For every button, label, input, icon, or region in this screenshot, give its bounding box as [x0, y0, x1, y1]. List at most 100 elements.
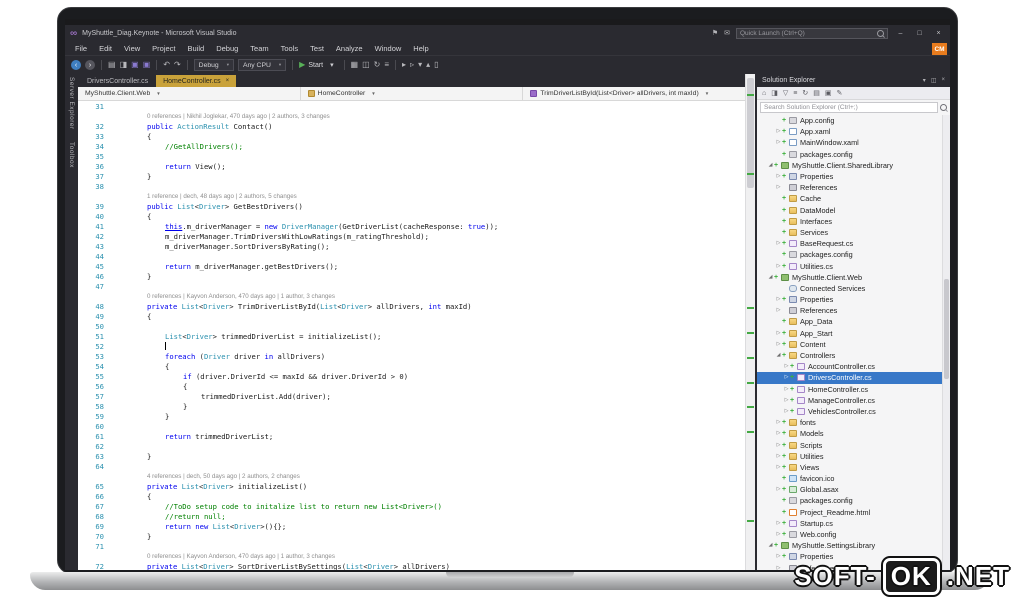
- tree-item-myshuttle-client-web[interactable]: ◢ + MyShuttle.Client.Web: [757, 272, 950, 283]
- line-number[interactable]: 54: [78, 362, 111, 371]
- code-row[interactable]: 40 {: [78, 211, 745, 221]
- tree-item-myshuttle-settingslibrary[interactable]: ◢ + MyShuttle.SettingsLibrary: [757, 540, 950, 551]
- line-number[interactable]: 60: [78, 422, 111, 431]
- expander-icon[interactable]: ▷: [775, 464, 782, 470]
- tree-item-datamodel[interactable]: + DataModel: [757, 205, 950, 216]
- tree-item-app-data[interactable]: + App_Data: [757, 316, 950, 327]
- solution-search-input[interactable]: [760, 102, 938, 113]
- navigate-forward-icon[interactable]: ›: [85, 60, 95, 70]
- window-position-icon[interactable]: ▾: [923, 77, 926, 84]
- line-number[interactable]: 68: [78, 512, 111, 521]
- line-number[interactable]: 52: [78, 342, 111, 351]
- line-number[interactable]: 38: [78, 182, 111, 191]
- editor-scrollbar[interactable]: [745, 74, 755, 570]
- project-dropdown[interactable]: MyShuttle.Client.Web ▼: [78, 87, 301, 100]
- line-number[interactable]: 64: [78, 462, 111, 471]
- menu-item-build[interactable]: Build: [182, 44, 211, 53]
- expander-icon[interactable]: ▷: [775, 185, 782, 190]
- expander-icon[interactable]: ▷: [775, 263, 782, 269]
- code-editor[interactable]: 31 0 references | Nikhil Joglekar, 470 da…: [78, 101, 745, 570]
- find-in-files-icon[interactable]: ≡: [384, 61, 389, 69]
- line-number[interactable]: 44: [78, 252, 111, 261]
- codelens-text[interactable]: 1 reference | dech, 48 days ago | 2 auth…: [111, 193, 297, 200]
- line-number[interactable]: 51: [78, 332, 111, 341]
- code-row[interactable]: 59}: [78, 411, 745, 421]
- tree-item-services[interactable]: + Services: [757, 227, 950, 238]
- code-row[interactable]: 49 {: [78, 311, 745, 321]
- tree-item-utilities-cs[interactable]: ▷ + Utilities.cs: [757, 260, 950, 271]
- tree-item-web-config[interactable]: ▷ + Web.config: [757, 529, 950, 540]
- minimize-button[interactable]: –: [894, 30, 907, 37]
- menu-item-help[interactable]: Help: [407, 44, 434, 53]
- code-row[interactable]: 68 //return null;: [78, 511, 745, 521]
- expander-icon[interactable]: ▷: [775, 554, 782, 559]
- line-number[interactable]: 42: [78, 232, 111, 241]
- document-tab[interactable]: HomeController.cs ×: [156, 75, 237, 87]
- expander-icon[interactable]: ▷: [775, 297, 782, 302]
- tree-item-myshuttle-client-sharedlibrary[interactable]: ◢ + MyShuttle.Client.SharedLibrary: [757, 160, 950, 171]
- toolbox-tab[interactable]: Toolbox: [68, 142, 75, 168]
- line-number[interactable]: 65: [78, 482, 111, 491]
- open-file-icon[interactable]: ◨: [120, 61, 128, 69]
- code-row[interactable]: 62: [78, 441, 745, 451]
- line-number[interactable]: 63: [78, 452, 111, 461]
- uncomment-icon[interactable]: ▹: [410, 61, 414, 69]
- expander-icon[interactable]: ▷: [775, 453, 782, 459]
- member-dropdown[interactable]: TrimDriverListById(List<Driver> allDrive…: [523, 87, 745, 100]
- tree-item-startup-cs[interactable]: ▷ + Startup.cs: [757, 518, 950, 529]
- code-row[interactable]: 31: [78, 101, 745, 111]
- solution-configuration-dropdown[interactable]: Debug ▾: [193, 59, 234, 71]
- solution-platform-dropdown[interactable]: Any CPU ▾: [237, 59, 287, 71]
- user-account-badge[interactable]: CM: [932, 43, 947, 55]
- document-tab[interactable]: DriversController.cs: [80, 75, 155, 87]
- menu-item-view[interactable]: View: [118, 44, 146, 53]
- quick-launch-input[interactable]: [740, 29, 874, 38]
- line-number[interactable]: 32: [78, 122, 111, 131]
- expander-icon[interactable]: ▷: [783, 375, 790, 380]
- expander-icon[interactable]: ▷: [775, 532, 782, 537]
- line-number[interactable]: 47: [78, 282, 111, 291]
- code-row[interactable]: 63}: [78, 451, 745, 461]
- line-number[interactable]: 70: [78, 532, 111, 541]
- type-dropdown[interactable]: HomeController ▼: [301, 87, 524, 100]
- pin-icon[interactable]: ◫: [931, 77, 937, 84]
- expander-icon[interactable]: ▷: [783, 364, 790, 369]
- tree-item-project-readme-html[interactable]: + Project_Readme.html: [757, 507, 950, 518]
- tree-item-controllers[interactable]: ◢ + Controllers: [757, 350, 950, 361]
- tree-item-global-asax[interactable]: ▷ + Global.asax: [757, 484, 950, 495]
- menu-item-edit[interactable]: Edit: [93, 44, 118, 53]
- tree-item-cache[interactable]: + Cache: [757, 193, 950, 204]
- line-number[interactable]: 36: [78, 162, 111, 171]
- code-row[interactable]: 37}: [78, 171, 745, 181]
- code-row[interactable]: 55 if (driver.DriverId <= maxId && driver…: [78, 371, 745, 381]
- menu-item-team[interactable]: Team: [244, 44, 274, 53]
- restore-button[interactable]: □: [913, 30, 926, 37]
- code-row[interactable]: 65 private List < Driver > initializeList(): [78, 481, 745, 491]
- tree-item-homecontroller-cs[interactable]: ▷ + HomeController.cs: [757, 384, 950, 395]
- close-panel-icon[interactable]: ×: [941, 77, 945, 84]
- tree-item-mainwindow-xaml[interactable]: ▷ + MainWindow.xaml: [757, 137, 950, 148]
- code-row[interactable]: 39 public List < Driver > GetBestDrivers(): [78, 201, 745, 211]
- line-number[interactable]: 46: [78, 272, 111, 281]
- code-row[interactable]: 35: [78, 151, 745, 161]
- code-row[interactable]: 48 private List < Driver > TrimDriverListByI…: [78, 301, 745, 311]
- line-number[interactable]: 45: [78, 262, 111, 271]
- indent-icon[interactable]: ▾: [418, 61, 422, 69]
- tree-item-fonts[interactable]: ▷ + fonts: [757, 417, 950, 428]
- codelens-row[interactable]: 1 reference | dech, 48 days ago | 2 auth…: [78, 191, 745, 201]
- close-button[interactable]: ×: [932, 30, 945, 37]
- solution-explorer-scrollbar[interactable]: [942, 115, 950, 570]
- tree-item-favicon-ico[interactable]: + favicon.ico: [757, 473, 950, 484]
- line-number[interactable]: 61: [78, 432, 111, 441]
- menu-item-file[interactable]: File: [69, 44, 93, 53]
- quick-launch-box[interactable]: [736, 28, 888, 39]
- expander-icon[interactable]: ▷: [775, 487, 782, 492]
- code-row[interactable]: 38: [78, 181, 745, 191]
- line-number[interactable]: 31: [78, 102, 111, 111]
- expander-icon[interactable]: ◢: [767, 543, 774, 548]
- pending-changes-filter-icon[interactable]: ▽: [783, 89, 788, 97]
- save-icon[interactable]: ▣: [131, 61, 139, 69]
- start-debug-button[interactable]: ▶ Start ▾: [299, 59, 337, 71]
- home-icon[interactable]: ⌂: [762, 90, 766, 97]
- tree-item-content[interactable]: ▷ + Content: [757, 339, 950, 350]
